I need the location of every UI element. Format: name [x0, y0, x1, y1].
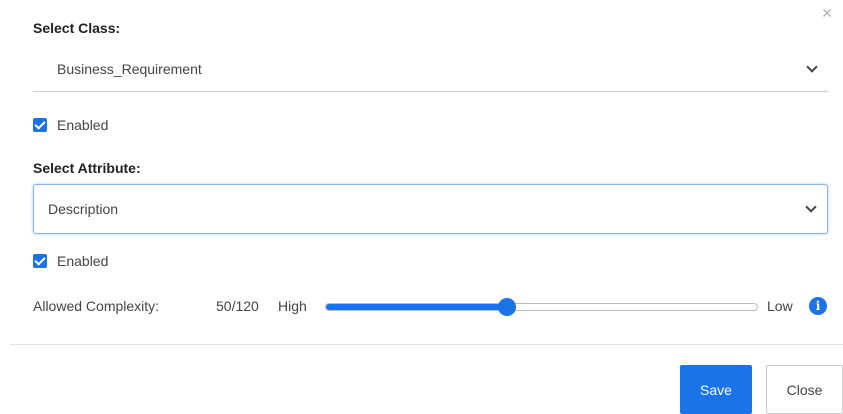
class-enabled-label: Enabled [57, 117, 109, 133]
attribute-enabled-row: Enabled [33, 253, 108, 269]
attribute-select-value: Description [48, 201, 119, 217]
chevron-down-icon [805, 201, 817, 213]
complexity-slider[interactable] [325, 298, 758, 316]
class-select-value: Business_Requirement [57, 61, 202, 77]
complexity-row: Allowed Complexity: 50/120 High Low i [33, 297, 828, 317]
class-enabled-row: Enabled [33, 117, 108, 133]
class-select[interactable]: Business_Requirement [33, 47, 828, 92]
chevron-down-icon [806, 61, 818, 73]
complexity-value: 50/120 [216, 298, 259, 314]
complexity-slider-thumb[interactable] [498, 298, 517, 316]
attribute-select[interactable]: Description [33, 184, 828, 234]
class-enabled-checkbox[interactable] [33, 118, 47, 132]
select-class-label: Select Class: [33, 20, 121, 36]
save-button[interactable]: Save [680, 365, 752, 414]
info-icon[interactable]: i [809, 297, 827, 315]
attribute-enabled-checkbox[interactable] [33, 254, 47, 268]
select-attribute-label: Select Attribute: [33, 160, 141, 176]
attribute-enabled-label: Enabled [57, 253, 109, 269]
complexity-label: Allowed Complexity: [33, 298, 160, 314]
complexity-low-label: Low [767, 298, 793, 314]
complexity-high-label: High [278, 298, 307, 314]
complexity-slider-fill [326, 304, 508, 310]
close-button[interactable]: Close [766, 365, 843, 414]
footer-divider [10, 344, 843, 345]
dialog-close-icon[interactable]: ✕ [821, 6, 833, 20]
